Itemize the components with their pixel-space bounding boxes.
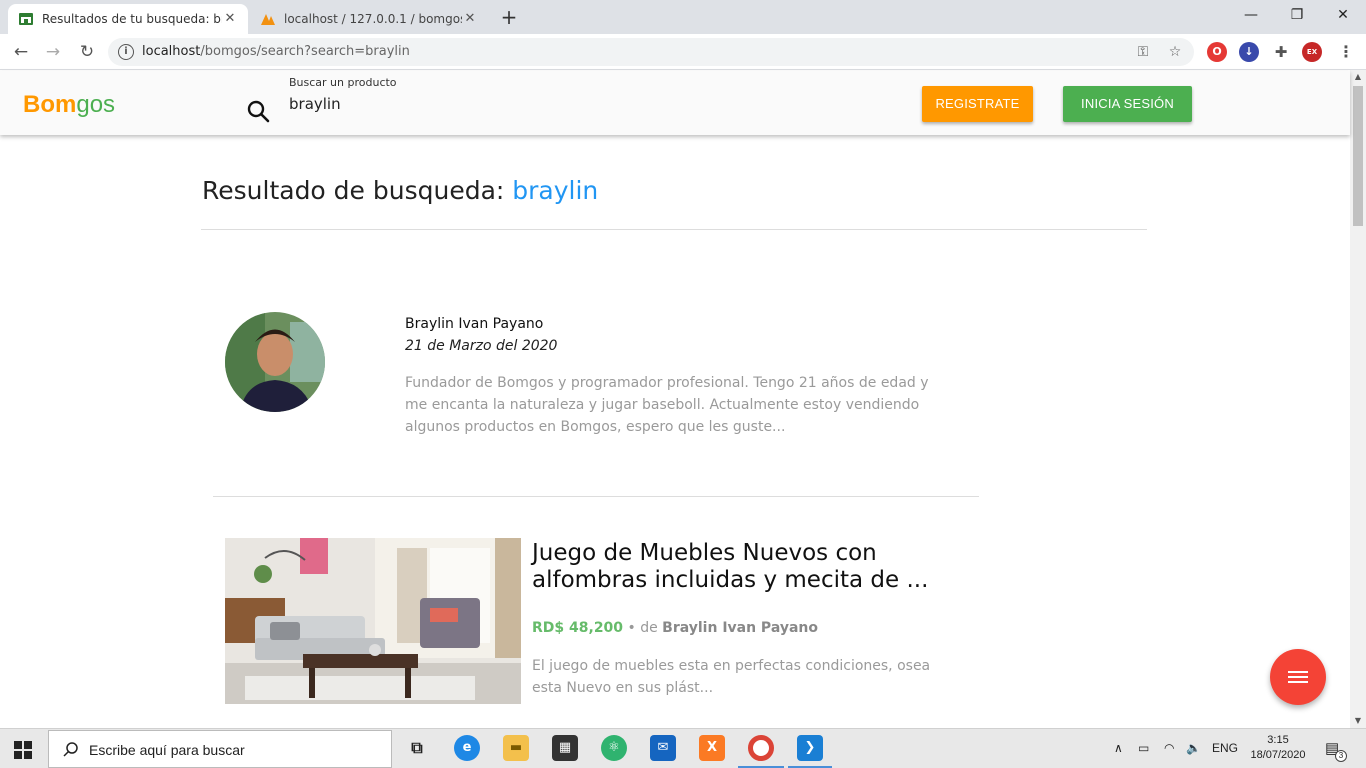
xampp-icon[interactable]: X (699, 735, 725, 761)
phpmyadmin-favicon-icon (261, 14, 275, 25)
express-extension-icon[interactable]: EX (1302, 42, 1322, 62)
store-favicon-icon (19, 13, 33, 25)
new-tab-icon[interactable]: + (498, 6, 520, 28)
user-join-date: 21 de Marzo del 2020 (405, 338, 558, 354)
download-extension-icon[interactable]: ↓ (1239, 42, 1259, 62)
browser-tab-bar: Resultados de tu busqueda: braylin ✕ loc… (0, 0, 1366, 34)
product-meta: RD$ 48,200 • de Braylin Ivan Payano (532, 620, 818, 636)
task-view-icon[interactable]: ⧉ (404, 735, 430, 761)
divider (201, 229, 1147, 230)
forward-icon[interactable]: → (40, 39, 66, 65)
volume-icon[interactable]: 🔈 (1186, 741, 1201, 755)
taskbar-clock[interactable]: 3:15 18/07/2020 (1246, 733, 1310, 763)
avatar[interactable] (225, 312, 325, 412)
windows-start-icon[interactable] (14, 741, 32, 759)
scrollbar-thumb[interactable] (1353, 86, 1363, 226)
search-term: braylin (512, 176, 599, 205)
opera-extension-icon[interactable]: O (1207, 42, 1227, 62)
tab-title: Resultados de tu busqueda: braylin (42, 12, 222, 26)
file-explorer-icon[interactable]: ▬ (503, 735, 529, 761)
login-button[interactable]: INICIA SESIÓN (1063, 86, 1192, 122)
menu-fab-button[interactable] (1270, 649, 1326, 705)
minimize-icon[interactable]: — (1228, 0, 1274, 30)
notification-count-badge: 3 (1335, 750, 1347, 762)
clock-time: 3:15 (1267, 734, 1289, 746)
browser-menu-icon[interactable]: ⋮ (1336, 42, 1356, 62)
microsoft-store-icon[interactable]: ▦ (552, 735, 578, 761)
url-path: /bomgos/search?search=braylin (200, 44, 410, 59)
close-tab-icon[interactable]: ✕ (462, 11, 478, 27)
restore-icon[interactable]: ❐ (1274, 0, 1320, 30)
product-price: RD$ 48,200 (532, 620, 624, 636)
product-image[interactable] (225, 538, 521, 704)
meta-separator: • de (623, 620, 663, 636)
url-text[interactable]: localhost/bomgos/search?search=braylin (142, 44, 410, 59)
taskbar-search-box[interactable]: Escribe aquí para buscar (48, 730, 392, 768)
search-input[interactable] (289, 95, 689, 113)
back-icon[interactable]: ← (8, 39, 34, 65)
results-title-prefix: Resultado de busqueda: (202, 176, 513, 205)
clock-date: 18/07/2020 (1250, 749, 1306, 761)
divider (213, 496, 979, 497)
page-title: Resultado de busqueda: braylin (202, 176, 598, 205)
chevron-up-icon[interactable]: ∧ (1114, 741, 1123, 755)
site-logo[interactable]: Bomgos (23, 91, 115, 119)
search-icon[interactable] (246, 99, 270, 123)
browser-toolbar: ← → ↻ i localhost/bomgos/search?search=b… (0, 34, 1366, 70)
reload-icon[interactable]: ↻ (74, 39, 100, 65)
mail-icon[interactable]: ✉ (650, 735, 676, 761)
close-window-icon[interactable]: ✕ (1320, 0, 1366, 30)
scroll-down-icon[interactable]: ▼ (1350, 714, 1366, 728)
product-title[interactable]: Juego de Muebles Nuevos con alfombras in… (532, 540, 952, 594)
windows-taskbar: Escribe aquí para buscar ⧉ e ▬ ▦ ⚛ ✉ X ❯… (0, 728, 1366, 768)
tab-phpmyadmin[interactable]: localhost / 127.0.0.1 / bomgos / localho… (250, 4, 488, 34)
product-seller[interactable]: Braylin Ivan Payano (662, 620, 818, 636)
page-scrollbar[interactable]: ▲ ▼ (1350, 70, 1366, 728)
search-icon (63, 742, 78, 757)
search-label: Buscar un producto (289, 76, 397, 89)
register-button[interactable]: REGISTRATE (922, 86, 1033, 122)
user-name[interactable]: Braylin Ivan Payano (405, 316, 543, 332)
vscode-icon[interactable]: ❯ (797, 735, 823, 761)
tab-search-results[interactable]: Resultados de tu busqueda: braylin ✕ (8, 4, 248, 34)
battery-icon[interactable]: ▭ (1138, 741, 1149, 755)
user-bio: Fundador de Bomgos y programador profesi… (405, 375, 929, 435)
chrome-icon[interactable] (748, 735, 774, 761)
close-tab-icon[interactable]: ✕ (222, 11, 238, 27)
tab-title: localhost / 127.0.0.1 / bomgos / localho… (284, 12, 462, 26)
site-info-icon[interactable]: i (118, 44, 134, 60)
product-description: El juego de muebles esta en perfectas co… (532, 658, 931, 696)
bookmark-star-icon[interactable]: ☆ (1166, 43, 1184, 61)
extensions-puzzle-icon[interactable]: ✚ (1271, 42, 1291, 62)
hamburger-icon-bar (1288, 671, 1308, 673)
edge-icon[interactable]: e (454, 735, 480, 761)
hamburger-icon-bar (1288, 681, 1308, 683)
hamburger-icon-bar (1288, 676, 1308, 678)
key-icon[interactable]: ⚿ (1134, 43, 1152, 61)
logo-part-gos: gos (76, 91, 116, 118)
url-host: localhost (142, 44, 201, 59)
taskbar-search-placeholder: Escribe aquí para buscar (89, 742, 245, 758)
scroll-up-icon[interactable]: ▲ (1350, 70, 1366, 84)
atom-icon[interactable]: ⚛ (601, 735, 627, 761)
logo-part-bom: Bom (23, 91, 77, 118)
site-header: Bomgos Buscar un producto REGISTRATE INI… (0, 71, 1350, 135)
language-indicator[interactable]: ENG (1212, 741, 1238, 755)
wifi-icon[interactable]: ◠ (1164, 741, 1174, 755)
address-bar[interactable]: i localhost/bomgos/search?search=braylin… (108, 38, 1194, 66)
